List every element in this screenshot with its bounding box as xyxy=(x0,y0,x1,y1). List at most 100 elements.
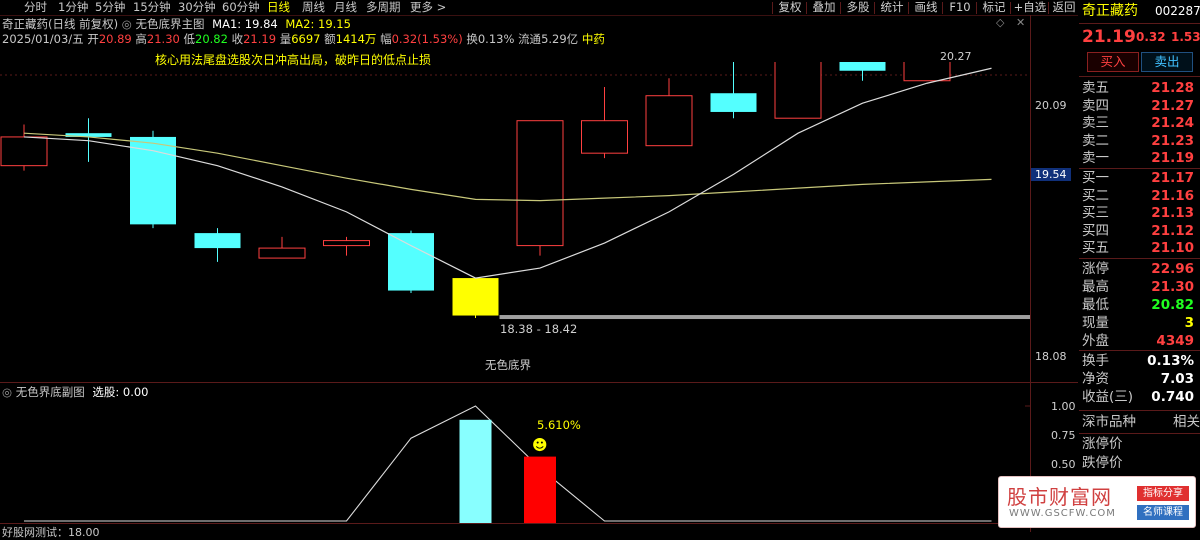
ask-label: 卖四 xyxy=(1082,97,1109,114)
candle-body-up xyxy=(516,120,564,247)
period-tab-more[interactable]: 更多 > xyxy=(410,0,446,15)
bid-row[interactable]: 买三 21.13 xyxy=(1079,204,1200,222)
period-tab-5[interactable]: 60分钟 xyxy=(222,0,260,15)
low-label: 低 xyxy=(183,32,196,46)
price-axis-label: 20.09 xyxy=(1035,98,1067,112)
stat2-row[interactable]: 换手 0.13% xyxy=(1079,352,1200,370)
f10-button[interactable]: F10 xyxy=(944,0,976,15)
candle-body-up xyxy=(645,95,693,147)
period-tab-6[interactable]: 日线 xyxy=(267,0,290,15)
stat-value: 21.30 xyxy=(1151,279,1194,295)
sell-button[interactable]: 卖出 xyxy=(1141,52,1193,72)
stat-row[interactable]: 最低 20.82 xyxy=(1079,296,1200,314)
ask-row[interactable]: 卖二 21.23 xyxy=(1079,132,1200,150)
back-button[interactable]: 返回 xyxy=(1050,0,1078,15)
stat-value: 4349 xyxy=(1156,333,1194,349)
sub-bar-confirm xyxy=(524,456,556,523)
sector-label[interactable]: 中药 xyxy=(582,32,605,46)
bid-row[interactable]: 买四 21.12 xyxy=(1079,222,1200,240)
related-label[interactable]: 相关 xyxy=(1173,413,1200,431)
stat2-value: 0.13% xyxy=(1147,353,1194,369)
candle-body-down xyxy=(710,93,757,112)
bid-row[interactable]: 买五 21.10 xyxy=(1079,239,1200,257)
candle-body-special xyxy=(452,278,499,316)
add-watchlist-button[interactable]: +自选 xyxy=(1012,0,1048,15)
period-tab-4[interactable]: 30分钟 xyxy=(178,0,216,15)
amount-value: 1414万 xyxy=(335,32,377,46)
bid-label: 买四 xyxy=(1082,222,1109,239)
ask-value: 21.19 xyxy=(1151,150,1194,166)
range-value: 0.32(1.53%) xyxy=(391,32,463,46)
stat-row[interactable]: 外盘 4349 xyxy=(1079,332,1200,350)
select-value: 选股: 0.00 xyxy=(92,385,149,399)
ask-row[interactable]: 卖四 21.27 xyxy=(1079,97,1200,115)
period-tab-3[interactable]: 15分钟 xyxy=(133,0,171,15)
market-type-label: 深市品种 xyxy=(1082,414,1136,430)
period-tab-1[interactable]: 1分钟 xyxy=(58,0,88,15)
draw-line-button[interactable]: 画线 xyxy=(910,0,942,15)
bid-label: 买一 xyxy=(1082,170,1109,186)
pin-icon[interactable]: ◇ xyxy=(996,16,1004,29)
ask-row[interactable]: 卖一 21.19 xyxy=(1079,149,1200,167)
volume-label: 量 xyxy=(279,32,292,46)
overlay-button[interactable]: 叠加 xyxy=(808,0,840,15)
bid-row[interactable]: 买一 21.17 xyxy=(1079,169,1200,187)
amount-label: 额 xyxy=(324,32,336,46)
ask-value: 21.23 xyxy=(1151,132,1194,149)
panel-stock-code: 002287 xyxy=(1155,4,1200,18)
bid-value: 21.12 xyxy=(1151,222,1194,239)
stat-label: 涨停 xyxy=(1082,261,1109,277)
candle-body-down xyxy=(839,62,886,71)
float-label: 流通 xyxy=(518,32,542,46)
support-zone-bar xyxy=(499,315,1030,320)
period-tab-8[interactable]: 月线 xyxy=(334,0,357,15)
period-tab-9[interactable]: 多周期 xyxy=(366,0,401,15)
mark-button[interactable]: 标记 xyxy=(978,0,1010,15)
watermark-url: WWW.GSCFW.COM xyxy=(1009,508,1116,519)
stat-row[interactable]: 现量 3 xyxy=(1079,314,1200,332)
limit-up-price-label: 涨停价 xyxy=(1082,436,1123,452)
candle-body-up xyxy=(0,136,48,167)
bid-row[interactable]: 买二 21.16 xyxy=(1079,187,1200,205)
sub-axis-label: 0.75 xyxy=(1051,428,1076,442)
buy-button[interactable]: 买入 xyxy=(1087,52,1139,72)
bottom-indicator-text: 好股网测试：18.00 xyxy=(2,526,100,539)
stat2-row[interactable]: 收益(三) 0.740 xyxy=(1079,388,1200,406)
panel-price: 21.19 xyxy=(1082,27,1136,47)
period-tab-7[interactable]: 周线 xyxy=(302,0,325,15)
ask-label: 卖二 xyxy=(1082,132,1109,149)
stat-row[interactable]: 最高 21.30 xyxy=(1079,278,1200,296)
sub-indicator-chart[interactable] xyxy=(0,398,1030,523)
stat2-row[interactable]: 净资 7.03 xyxy=(1079,370,1200,388)
turnover-value: 0.13% xyxy=(477,32,515,46)
ask-row[interactable]: 卖五 21.28 xyxy=(1079,79,1200,97)
close-label: 收 xyxy=(231,32,244,46)
stat-row[interactable]: 涨停 22.96 xyxy=(1079,260,1200,278)
percent-label: 5.610% xyxy=(537,418,581,432)
fuquan-button[interactable]: 复权 xyxy=(774,0,806,15)
stats-button[interactable]: 统计 xyxy=(876,0,908,15)
bottom-zone-label: 无色底界 xyxy=(485,358,531,372)
candle-body-up xyxy=(774,62,822,119)
candle-body-down xyxy=(130,136,176,225)
multi-stock-button[interactable]: 多股 xyxy=(842,0,874,15)
close-chart-icon[interactable]: ✕ xyxy=(1016,16,1025,29)
stat-value: 20.82 xyxy=(1151,297,1194,313)
low-value: 20.82 xyxy=(195,32,228,46)
sub-line xyxy=(24,405,992,522)
watermark-tag-course: 名师课程 xyxy=(1137,505,1189,520)
indicator-name[interactable]: 无色底界主图 xyxy=(136,17,205,31)
bid-value: 21.10 xyxy=(1151,240,1194,256)
period-tab-0[interactable]: 分时 xyxy=(24,0,47,15)
ask-row[interactable]: 卖三 21.24 xyxy=(1079,114,1200,132)
candle-body-up xyxy=(903,62,951,82)
stat2-label: 收益(三) xyxy=(1082,389,1134,405)
collapse-icon[interactable]: ◎ xyxy=(122,17,132,31)
sub-collapse-icon[interactable]: ◎ xyxy=(2,385,12,399)
stat-label: 最低 xyxy=(1082,297,1109,313)
period-tab-2[interactable]: 5分钟 xyxy=(95,0,125,15)
ask-value: 21.28 xyxy=(1151,80,1194,96)
turnover-label: 换 xyxy=(466,32,478,46)
sub-chart-title[interactable]: 无色界底副图 xyxy=(16,385,85,399)
candle-body-down xyxy=(194,233,241,249)
